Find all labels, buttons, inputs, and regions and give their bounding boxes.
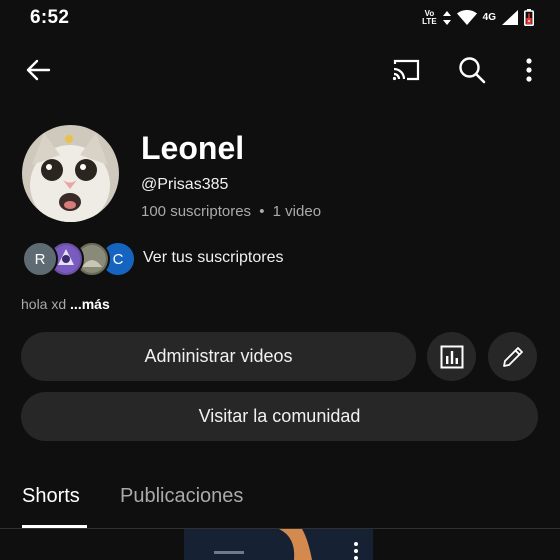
status-icons: Vo LTE 4G: [422, 9, 534, 26]
network-type: 4G: [482, 12, 496, 23]
cat-avatar-image: [22, 125, 119, 222]
channel-avatar[interactable]: [22, 125, 119, 222]
manage-videos-button[interactable]: Administrar videos: [21, 332, 416, 381]
subscriber-avatar: R: [22, 241, 58, 277]
subscriber-initial: C: [112, 250, 124, 268]
subscriber-count: 100 suscriptores: [141, 203, 252, 220]
analytics-button[interactable]: [427, 332, 476, 381]
more-options-button[interactable]: [512, 52, 546, 88]
visit-community-button[interactable]: Visitar la comunidad: [21, 392, 538, 441]
stats-separator: •: [259, 203, 265, 220]
tab-shorts[interactable]: Shorts: [22, 485, 80, 508]
back-button[interactable]: [20, 52, 56, 88]
wifi-icon: [456, 10, 477, 25]
channel-description[interactable]: hola xd ...más: [21, 296, 110, 312]
battery-icon: [524, 9, 534, 26]
thumbnail-image: [184, 529, 373, 560]
volte-indicator: Vo LTE: [422, 9, 437, 26]
channel-name: Leonel: [141, 130, 245, 166]
short-thumbnail[interactable]: [184, 529, 373, 560]
analytics-icon: [440, 345, 463, 368]
video-count: 1 video: [272, 203, 322, 220]
subscriber-avatars[interactable]: R C: [22, 241, 136, 277]
search-icon: [459, 57, 486, 84]
pencil-icon: [502, 346, 523, 367]
data-arrows-icon: [442, 10, 451, 25]
cast-icon: [392, 59, 420, 81]
view-subscribers-link[interactable]: Ver tus suscriptores: [143, 249, 284, 267]
cast-button[interactable]: [388, 52, 424, 88]
manage-videos-label: Administrar videos: [144, 346, 293, 366]
description-text: hola xd: [21, 296, 67, 312]
edit-channel-button[interactable]: [488, 332, 537, 381]
more-vert-icon: [526, 58, 532, 82]
tab-publicaciones[interactable]: Publicaciones: [120, 485, 243, 508]
search-button[interactable]: [454, 52, 490, 88]
short-more-icon[interactable]: [353, 541, 359, 560]
channel-handle: @Prisas385: [141, 176, 229, 193]
visit-community-label: Visitar la comunidad: [198, 406, 361, 426]
subscriber-initial: R: [34, 250, 46, 268]
signal-icon: [502, 10, 518, 25]
description-more-link[interactable]: ...más: [70, 296, 110, 312]
status-time: 6:52: [30, 7, 70, 28]
channel-stats: 100 suscriptores • 1 video: [141, 203, 321, 220]
volte-bottom: LTE: [422, 16, 437, 26]
back-arrow-icon: [26, 59, 51, 81]
